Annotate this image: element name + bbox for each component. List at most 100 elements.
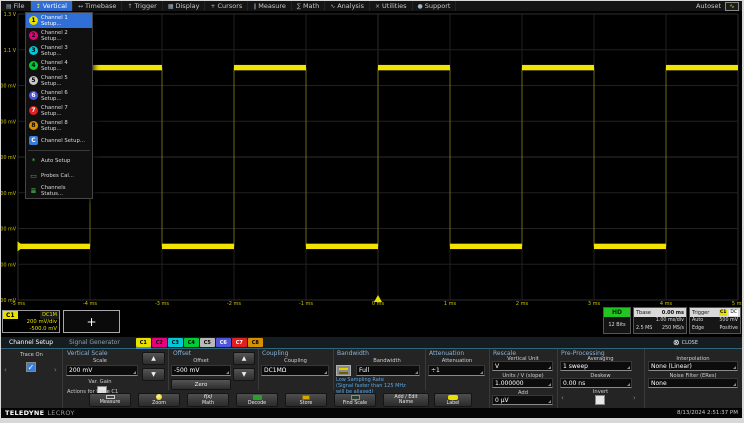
tbase-rate: 250 MS/s bbox=[662, 325, 684, 333]
menu-support[interactable]: ●Support bbox=[413, 1, 457, 11]
trigger-type: Edge bbox=[692, 325, 704, 333]
measure-button[interactable]: Measure bbox=[89, 393, 131, 407]
add-edit-name-button[interactable]: Add / Edit Name bbox=[383, 393, 429, 407]
zero-button[interactable]: Zero bbox=[171, 379, 231, 390]
tbase-samples: 2.5 MS bbox=[636, 325, 652, 333]
autoset-icon[interactable]: ∿ bbox=[725, 2, 739, 11]
menu-support-label: Support bbox=[425, 2, 451, 10]
hd-mode-box[interactable]: HD 12 Bits bbox=[603, 307, 631, 334]
menu-timebase[interactable]: ↔Timebase bbox=[73, 1, 122, 11]
measure-button-label: Measure bbox=[100, 400, 120, 405]
label-button[interactable]: Label bbox=[434, 393, 472, 407]
scroll-left-icon[interactable]: ‹ bbox=[561, 394, 564, 402]
channel-4-setup-badge-icon: 4 bbox=[29, 61, 38, 70]
coupling-dropdown[interactable]: DC1MΩ bbox=[261, 365, 329, 376]
scale-up-button[interactable]: ▲ bbox=[142, 352, 165, 365]
menu-vertical[interactable]: ↕Vertical bbox=[31, 1, 73, 11]
attenuation-label: Attenuation bbox=[425, 358, 489, 364]
screen-frame: ▤File↕Vertical↔Timebase↑Trigger▦Display+… bbox=[0, 0, 744, 423]
menu-math[interactable]: ∑Math bbox=[292, 1, 325, 11]
auto-setup-icon: * bbox=[29, 157, 38, 165]
display-icon: ▦ bbox=[168, 3, 174, 10]
menu-item-channel-1-setup[interactable]: 1Channel 1 Setup... bbox=[26, 13, 92, 28]
menu-item-channel-setup[interactable]: CChannel Setup... bbox=[26, 133, 92, 148]
menu-item-auto-setup[interactable]: *Auto Setup bbox=[26, 153, 92, 168]
channel-button-c1[interactable]: C1 bbox=[136, 338, 151, 347]
coupling-header: Coupling bbox=[262, 350, 288, 357]
offset-up-button[interactable]: ▲ bbox=[233, 352, 255, 365]
menu-item-channel-8-setup[interactable]: 8Channel 8 Setup... bbox=[26, 118, 92, 133]
scale-input[interactable]: 200 mV bbox=[66, 365, 138, 376]
math-button[interactable]: f(x)Math bbox=[187, 393, 229, 407]
divider bbox=[168, 349, 169, 390]
spinner-corner-icon bbox=[133, 371, 136, 374]
deskew-value: 0.00 ns bbox=[563, 380, 585, 387]
channel-button-c5[interactable]: C5 bbox=[200, 338, 215, 347]
scroll-right-icon[interactable]: › bbox=[54, 366, 57, 374]
channel-8-setup-badge-icon: 8 bbox=[29, 121, 38, 130]
offset-input[interactable]: -500 mV bbox=[171, 365, 231, 376]
decode-button[interactable]: Decode bbox=[236, 393, 278, 407]
channel-button-c2[interactable]: C2 bbox=[152, 338, 167, 347]
attenuation-dropdown[interactable]: ÷1 bbox=[428, 365, 485, 376]
scroll-right-icon[interactable]: › bbox=[633, 394, 636, 402]
add-input[interactable]: 0 µV bbox=[492, 395, 553, 405]
channel-button-c7[interactable]: C7 bbox=[232, 338, 247, 347]
channel-6-setup-badge-icon: 6 bbox=[29, 91, 38, 100]
scroll-left-icon[interactable]: ‹ bbox=[4, 366, 7, 374]
noise-filter-dropdown[interactable]: None bbox=[648, 378, 738, 388]
math-icon: ∑ bbox=[297, 3, 301, 10]
menu-item-channel-6-setup[interactable]: 6Channel 6 Setup... bbox=[26, 88, 92, 103]
vertical-unit-dropdown[interactable]: V bbox=[492, 361, 553, 371]
y-axis-label: -100 mV bbox=[1, 262, 17, 268]
menu-display[interactable]: ▦Display bbox=[163, 1, 206, 11]
menu-measure[interactable]: ∥Measure bbox=[248, 1, 292, 11]
c1-trace-descriptor[interactable]: C1 DC1M 200 mV/div -500.0 mV bbox=[2, 310, 60, 333]
trace-on-checkbox[interactable]: ✓ bbox=[26, 362, 36, 372]
autoset-button[interactable]: Autoset bbox=[692, 1, 725, 11]
menu-item-probes-cal[interactable]: ▭Probes Cal... bbox=[26, 168, 92, 183]
scale-down-button[interactable]: ▼ bbox=[142, 368, 165, 381]
menu-timebase-label: Timebase bbox=[85, 2, 116, 10]
menu-analysis[interactable]: ∿Analysis bbox=[325, 1, 370, 11]
deskew-input[interactable]: 0.00 ns bbox=[560, 378, 632, 388]
zoom-icon bbox=[156, 394, 162, 400]
vertical-dropdown-menu: 1Channel 1 Setup...2Channel 2 Setup...3C… bbox=[25, 12, 93, 199]
y-axis-label: 900 mV bbox=[1, 84, 17, 90]
menu-trigger[interactable]: ↑Trigger bbox=[122, 1, 162, 11]
channel-button-c3[interactable]: C3 bbox=[168, 338, 183, 347]
offset-header: Offset bbox=[173, 350, 191, 357]
units-per-v-input[interactable]: 1.000000 bbox=[492, 378, 553, 388]
menu-item-channel-5-setup[interactable]: 5Channel 5 Setup... bbox=[26, 73, 92, 88]
menu-cursors[interactable]: +Cursors bbox=[205, 1, 248, 11]
dialog-close-button[interactable]: ⊗CLOSE bbox=[673, 338, 698, 347]
trigger-box[interactable]: Trigger C1 DC Auto 500 mV Edge Positive bbox=[689, 307, 741, 334]
menu-file[interactable]: ▤File bbox=[1, 1, 31, 11]
channel-button-c8[interactable]: C8 bbox=[248, 338, 263, 347]
x-axis-label: -4 ms bbox=[83, 301, 97, 307]
averaging-input[interactable]: 1 sweep bbox=[560, 361, 632, 371]
invert-checkbox[interactable] bbox=[595, 395, 605, 405]
menu-bar: ▤File↕Vertical↔Timebase↑Trigger▦Display+… bbox=[1, 1, 742, 12]
interpolation-dropdown[interactable]: None (Linear) bbox=[648, 361, 738, 371]
bandwidth-dropdown[interactable]: Full bbox=[356, 365, 420, 376]
menu-item-channels-status[interactable]: ≣Channels Status... bbox=[26, 183, 92, 198]
offset-down-button[interactable]: ▼ bbox=[233, 368, 255, 381]
decode-button-label: Decode bbox=[248, 401, 266, 406]
menu-item-channel-2-setup[interactable]: 2Channel 2 Setup... bbox=[26, 28, 92, 43]
channel-button-c6[interactable]: C6 bbox=[216, 338, 231, 347]
add-trace-button[interactable]: + bbox=[63, 310, 120, 333]
channel-button-c4[interactable]: C4 bbox=[184, 338, 199, 347]
timebase-box[interactable]: Tbase 0.00 ms 1.00 ms/div 2.5 MS 250 MS/… bbox=[633, 307, 687, 334]
dropdown-corner-icon bbox=[548, 366, 551, 369]
menu-item-channel-3-setup[interactable]: 3Channel 3 Setup... bbox=[26, 43, 92, 58]
menu-utilities[interactable]: ×Utilities bbox=[370, 1, 413, 11]
var-gain-label: Var. Gain bbox=[62, 379, 138, 385]
menu-item-channel-7-setup[interactable]: 7Channel 7 Setup... bbox=[26, 103, 92, 118]
menu-item-channel-4-setup[interactable]: 4Channel 4 Setup... bbox=[26, 58, 92, 73]
zoom-button[interactable]: Zoom bbox=[138, 393, 180, 407]
find-scale-button[interactable]: Find Scale bbox=[334, 393, 376, 407]
store-button[interactable]: Store bbox=[285, 393, 327, 407]
tab-signal-generator[interactable]: Signal Generator bbox=[61, 339, 128, 346]
tab-channel-setup[interactable]: Channel Setup bbox=[1, 339, 61, 346]
